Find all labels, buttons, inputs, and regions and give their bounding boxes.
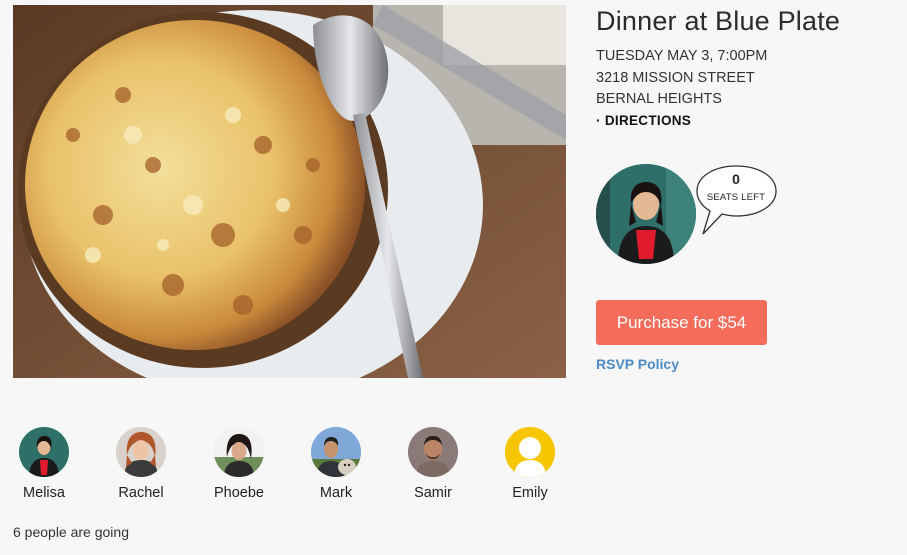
- attendee-item[interactable]: Rachel: [106, 427, 176, 501]
- attendee-item[interactable]: Mark: [301, 427, 371, 501]
- attendee-item[interactable]: Melisa: [9, 427, 79, 501]
- event-date: TUESDAY MAY 3, 7:00PM: [596, 48, 768, 64]
- host-avatar[interactable]: [596, 164, 696, 264]
- event-neighborhood: BERNAL HEIGHTS: [596, 91, 722, 107]
- event-title: Dinner at Blue Plate: [596, 6, 841, 36]
- attendee-name: Phoebe: [214, 485, 264, 501]
- purchase-button[interactable]: Purchase for $54: [596, 300, 767, 345]
- attendee-name: Rachel: [118, 485, 164, 501]
- attendee-name: Emily: [512, 485, 548, 501]
- attendee-count: 6 people are going: [13, 524, 129, 540]
- attendee-item[interactable]: Phoebe: [204, 427, 274, 501]
- seats-label: SEATS LEFT: [706, 192, 766, 203]
- attendee-avatar: [19, 427, 69, 477]
- attendee-name: Mark: [319, 485, 353, 501]
- event-meta: TUESDAY MAY 3, 7:00PM 3218 MISSION STREE…: [596, 46, 901, 111]
- host-section: 0 SEATS LEFT: [596, 163, 896, 273]
- attendee-list: Melisa Rachel Phoebe Mark Samir Emily: [0, 427, 580, 507]
- event-page: Dinner at Blue Plate TUESDAY MAY 3, 7:00…: [0, 0, 907, 555]
- event-address: 3218 MISSION STREET: [596, 69, 755, 86]
- directions-link[interactable]: · DIRECTIONS: [596, 113, 901, 128]
- seats-left-bubble: 0 SEATS LEFT: [694, 163, 784, 243]
- attendee-avatar: [408, 427, 458, 477]
- rsvp-policy-link[interactable]: RSVP Policy: [596, 356, 679, 372]
- default-user-icon: [505, 427, 555, 477]
- attendee-name: Melisa: [23, 485, 65, 501]
- attendee-avatar: [116, 427, 166, 477]
- attendee-avatar: [311, 427, 361, 477]
- attendee-avatar: [214, 427, 264, 477]
- seats-count: 0: [732, 171, 740, 187]
- attendee-item[interactable]: Samir: [398, 427, 468, 501]
- attendee-name: Samir: [414, 485, 452, 501]
- event-photo: [13, 5, 566, 378]
- attendee-item[interactable]: Emily: [495, 427, 565, 501]
- event-details: Dinner at Blue Plate TUESDAY MAY 3, 7:00…: [596, 4, 901, 128]
